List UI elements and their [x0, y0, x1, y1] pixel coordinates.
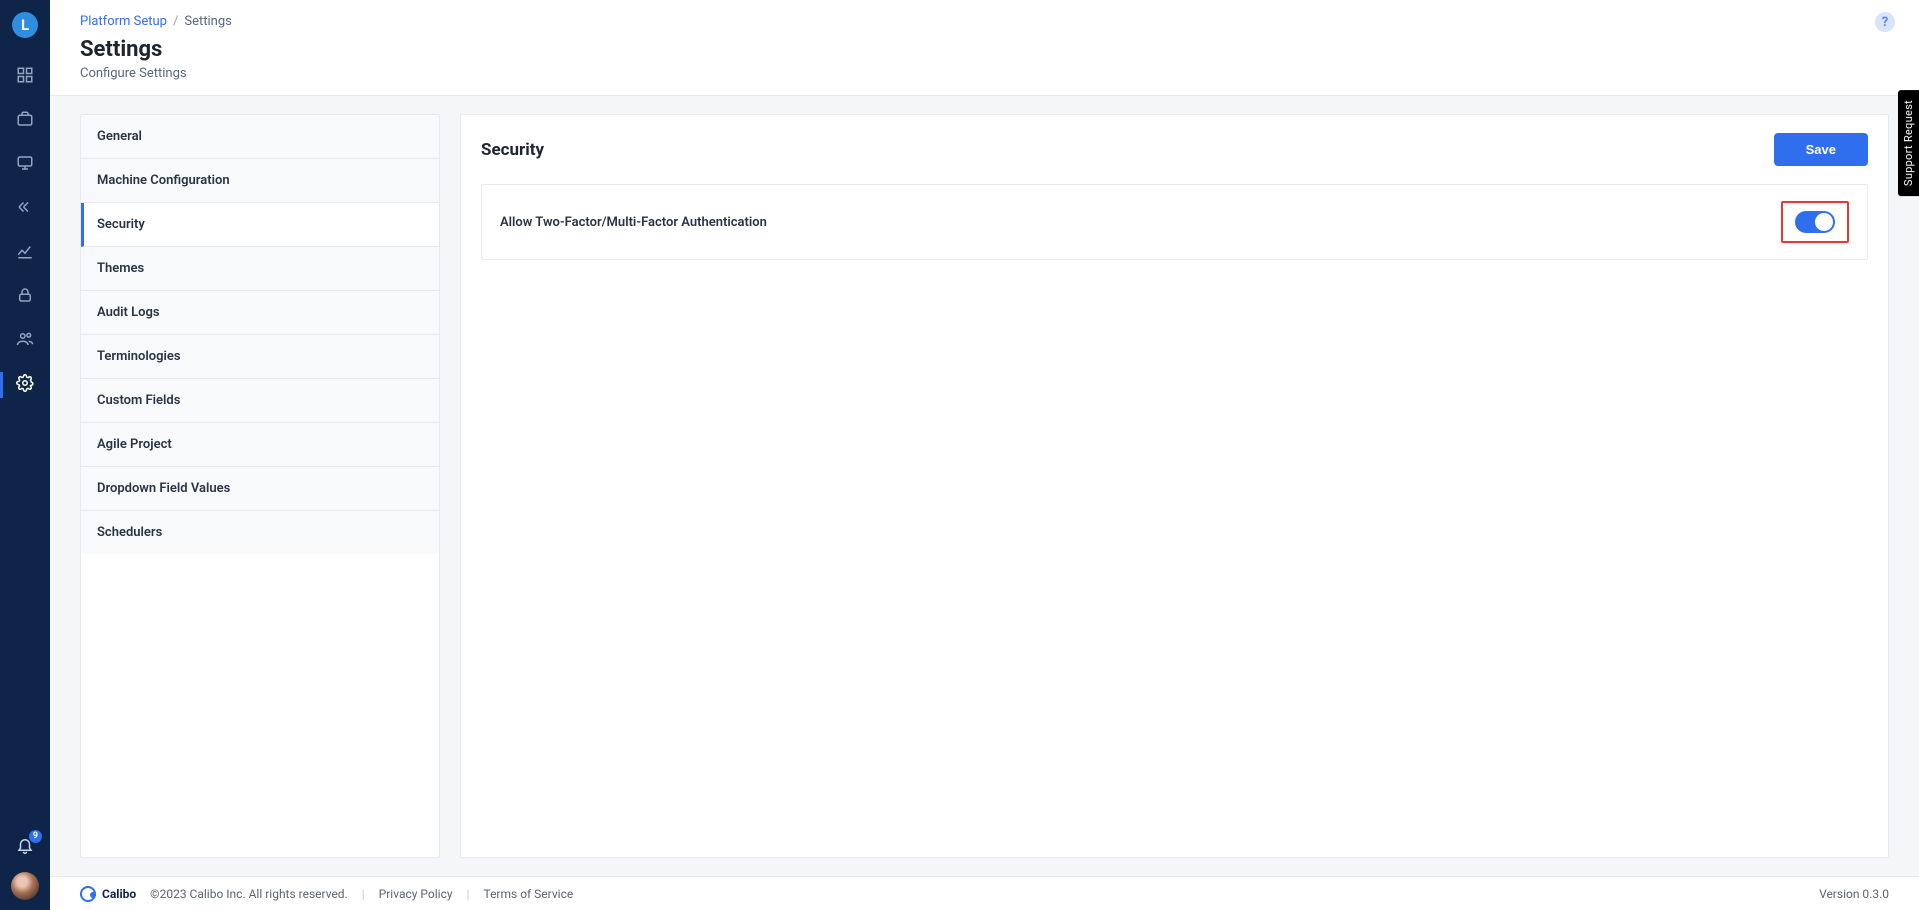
- mfa-toggle[interactable]: [1795, 211, 1835, 233]
- user-avatar[interactable]: [11, 872, 39, 900]
- settings-nav-item-label: Schedulers: [97, 525, 162, 540]
- chart-line-icon: [16, 242, 34, 264]
- settings-nav-custom-fields[interactable]: Custom Fields: [81, 379, 439, 423]
- brand-mark-icon: [80, 886, 96, 902]
- help-icon: ?: [1882, 15, 1888, 30]
- panel-head: Security Save: [481, 133, 1868, 166]
- nav-rail-bottom: 9: [0, 836, 50, 900]
- nav-settings[interactable]: [0, 370, 50, 400]
- footer-left: Calibo ©2023 Calibo Inc. All rights rese…: [80, 886, 573, 902]
- nav-items: [0, 62, 50, 400]
- footer-terms-link[interactable]: Terms of Service: [483, 887, 573, 901]
- security-panel: Security Save Allow Two-Factor/Multi-Fac…: [460, 114, 1889, 858]
- panel-title: Security: [481, 140, 544, 160]
- settings-nav-terminologies[interactable]: Terminologies: [81, 335, 439, 379]
- settings-nav-item-label: Dropdown Field Values: [97, 481, 230, 496]
- mfa-toggle-highlight: [1781, 201, 1849, 243]
- page-header: Platform Setup / Settings Settings Confi…: [50, 0, 1919, 96]
- footer-separator: |: [362, 887, 365, 901]
- breadcrumb-parent-link[interactable]: Platform Setup: [80, 14, 167, 29]
- support-request-tab[interactable]: Support Request: [1898, 90, 1919, 196]
- settings-nav-item-label: Machine Configuration: [97, 173, 230, 188]
- settings-nav-item-label: Audit Logs: [97, 305, 160, 320]
- breadcrumb: Platform Setup / Settings: [80, 14, 1889, 29]
- gear-icon: [16, 374, 34, 396]
- save-button[interactable]: Save: [1774, 133, 1868, 166]
- settings-nav-general[interactable]: General: [81, 115, 439, 159]
- settings-nav-item-label: Themes: [97, 261, 144, 276]
- settings-nav-item-label: Security: [97, 217, 145, 232]
- page-subtitle: Configure Settings: [80, 66, 1889, 81]
- notification-count-badge: 9: [29, 830, 42, 843]
- settings-nav-item-label: General: [97, 129, 142, 144]
- settings-nav-schedulers[interactable]: Schedulers: [81, 511, 439, 554]
- mfa-setting-label: Allow Two-Factor/Multi-Factor Authentica…: [500, 215, 767, 230]
- footer-privacy-link[interactable]: Privacy Policy: [379, 887, 453, 901]
- nav-security[interactable]: [0, 282, 50, 312]
- main: Platform Setup / Settings Settings Confi…: [50, 0, 1919, 910]
- notifications-button[interactable]: 9: [16, 836, 34, 858]
- grid-icon: [16, 66, 34, 88]
- settings-nav-audit-logs[interactable]: Audit Logs: [81, 291, 439, 335]
- briefcase-icon: [16, 110, 34, 132]
- users-icon: [16, 330, 34, 352]
- content: General Machine Configuration Security T…: [50, 96, 1919, 876]
- mfa-setting-row: Allow Two-Factor/Multi-Factor Authentica…: [481, 184, 1868, 260]
- nav-rail: L: [0, 0, 50, 910]
- settings-nav-security[interactable]: Security: [81, 203, 439, 247]
- footer-copyright: ©2023 Calibo Inc. All rights reserved.: [150, 887, 348, 901]
- settings-nav-dropdown-field-values[interactable]: Dropdown Field Values: [81, 467, 439, 511]
- breadcrumb-separator: /: [173, 14, 178, 29]
- nav-monitor[interactable]: [0, 150, 50, 180]
- app-logo-letter: L: [21, 16, 29, 34]
- nav-analytics[interactable]: [0, 238, 50, 268]
- help-button[interactable]: ?: [1875, 12, 1895, 32]
- page-title: Settings: [80, 37, 1889, 62]
- forward-icon: [16, 198, 34, 220]
- settings-nav: General Machine Configuration Security T…: [80, 114, 440, 858]
- nav-users[interactable]: [0, 326, 50, 356]
- nav-forward[interactable]: [0, 194, 50, 224]
- settings-nav-themes[interactable]: Themes: [81, 247, 439, 291]
- settings-nav-agile-project[interactable]: Agile Project: [81, 423, 439, 467]
- footer-brand-name: Calibo: [102, 887, 136, 901]
- footer: Calibo ©2023 Calibo Inc. All rights rese…: [50, 876, 1919, 910]
- nav-briefcase[interactable]: [0, 106, 50, 136]
- footer-separator: |: [467, 887, 470, 901]
- settings-nav-machine-configuration[interactable]: Machine Configuration: [81, 159, 439, 203]
- footer-brand: Calibo: [80, 886, 136, 902]
- footer-version: Version 0.3.0: [1819, 887, 1889, 901]
- breadcrumb-current: Settings: [184, 14, 231, 29]
- app-logo[interactable]: L: [12, 12, 38, 38]
- settings-nav-item-label: Custom Fields: [97, 393, 180, 408]
- settings-nav-item-label: Agile Project: [97, 437, 172, 452]
- nav-dashboard[interactable]: [0, 62, 50, 92]
- settings-nav-item-label: Terminologies: [97, 349, 181, 364]
- lock-icon: [16, 286, 34, 308]
- monitor-icon: [16, 154, 34, 176]
